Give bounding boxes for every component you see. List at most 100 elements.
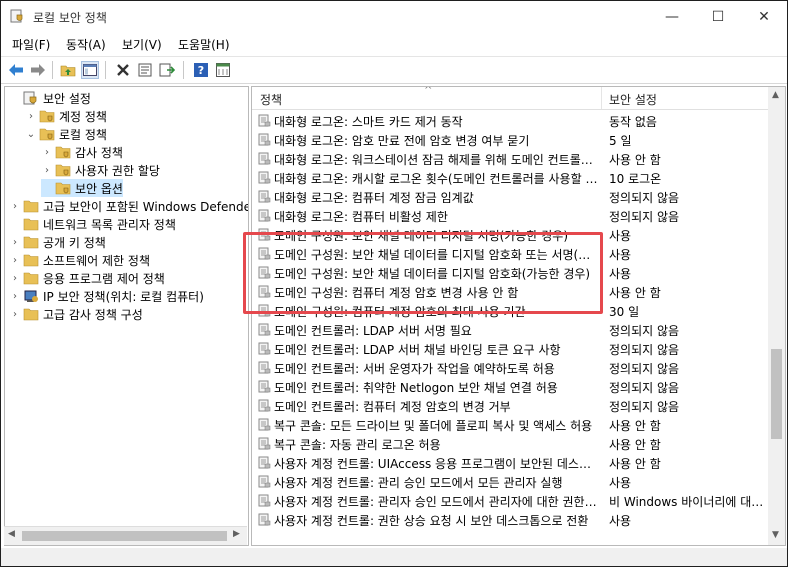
tree-item[interactable]: › 소프트웨어 제한 정책 <box>9 251 150 269</box>
scroll-right-icon[interactable]: ▶ <box>233 529 240 539</box>
tree-item[interactable]: › 공개 키 정책 <box>9 233 106 251</box>
scroll-up-icon[interactable]: ▲ <box>772 90 779 100</box>
header-setting[interactable]: 보안 설정 <box>609 91 657 108</box>
policy-icon <box>258 494 271 507</box>
policy-setting: 동작 없음 <box>609 115 657 129</box>
policy-icon <box>258 171 271 184</box>
menu-bar: 파일(F) 동작(A) 보기(V) 도움말(H) <box>1 33 787 55</box>
menu-help[interactable]: 도움말(H) <box>178 36 230 53</box>
expand-arrow-icon[interactable]: ⌄ <box>25 129 37 140</box>
view-button[interactable] <box>214 61 232 79</box>
expand-arrow-icon[interactable]: › <box>9 201 21 212</box>
table-row[interactable]: 사용자 계정 컨트롤: 권한 상승 요청 시 보안 데스크톱으로 전환 사용 <box>252 510 768 529</box>
tree-item[interactable]: 네트워크 목록 관리자 정책 <box>9 215 176 233</box>
delete-button[interactable] <box>114 61 132 79</box>
table-row[interactable]: 도메인 컨트롤러: LDAP 서버 채널 바인딩 토큰 요구 사항 정의되지 않음 <box>252 339 768 358</box>
tree-item-label: IP 보안 정책(위치: 로컬 컴퓨터) <box>43 289 204 304</box>
table-row[interactable]: 대화형 로그온: 캐시할 로그온 횟수(도메인 컨트롤러를 사용할 수 없는 경… <box>252 168 768 187</box>
tree-horizontal-scrollbar[interactable]: ◀ ▶ <box>4 526 247 545</box>
policy-icon <box>258 190 271 203</box>
policy-name: 사용자 계정 컨트롤: 권한 상승 요청 시 보안 데스크톱으로 전환 <box>274 514 589 528</box>
expand-arrow-icon[interactable]: › <box>41 147 53 158</box>
policy-name: 도메인 컨트롤러: LDAP 서버 서명 필요 <box>274 324 472 338</box>
properties-button[interactable] <box>136 61 154 79</box>
policy-name: 도메인 컨트롤러: 서버 운영자가 작업을 예약하도록 허용 <box>274 362 555 376</box>
help-button[interactable]: ? <box>192 61 210 79</box>
table-row[interactable]: 도메인 컨트롤러: 취약한 Netlogon 보안 채널 연결 허용 정의되지 않… <box>252 377 768 396</box>
policy-name: 대화형 로그온: 스마트 카드 제거 동작 <box>274 115 463 129</box>
table-row[interactable]: 대화형 로그온: 암호 만료 전에 암호 변경 여부 묻기 5 일 <box>252 130 768 149</box>
menu-file[interactable]: 파일(F) <box>12 36 50 53</box>
maximize-icon: ☐ <box>711 9 725 25</box>
scroll-left-icon[interactable]: ◀ <box>8 529 15 539</box>
menu-view[interactable]: 보기(V) <box>122 36 162 53</box>
tree-item[interactable]: ⌄ 로컬 정책 <box>25 125 107 143</box>
policy-icon <box>258 114 271 127</box>
policy-setting: 정의되지 않음 <box>609 381 680 395</box>
expand-arrow-icon[interactable]: › <box>25 111 37 122</box>
policy-setting: 사용 <box>609 267 632 281</box>
tree-item[interactable]: › 사용자 권한 할당 <box>41 161 160 179</box>
policy-name: 복구 콘솔: 자동 관리 로그온 허용 <box>274 438 441 452</box>
policy-setting: 사용 안 함 <box>609 153 661 167</box>
table-row[interactable]: 대화형 로그온: 컴퓨터 계정 잠금 임계값 정의되지 않음 <box>252 187 768 206</box>
table-row[interactable]: 사용자 계정 컨트롤: 관리 승인 모드에서 모든 관리자 실행 사용 <box>252 472 768 491</box>
show-hide-tree-button[interactable] <box>81 61 99 79</box>
table-row[interactable]: 대화형 로그온: 워크스테이션 잠금 해제를 위해 도메인 컨트롤러 인증 필요… <box>252 149 768 168</box>
expand-arrow-icon[interactable]: › <box>9 291 21 302</box>
app-window: 로컬 보안 정책 — ☐ ✕ 파일(F) 동작(A) 보기(V) 도움말(H) <box>0 0 788 567</box>
tree-item[interactable]: 보안 옵션 <box>41 179 123 197</box>
table-row[interactable]: 복구 콘솔: 자동 관리 로그온 허용 사용 안 함 <box>252 434 768 453</box>
table-row[interactable]: 도메인 컨트롤러: 서버 운영자가 작업을 예약하도록 허용 정의되지 않음 <box>252 358 768 377</box>
tree-item-label: 공개 키 정책 <box>43 235 106 250</box>
table-row[interactable]: 복구 콘솔: 모든 드라이브 및 폴더에 플로피 복사 및 액세스 허용 사용 안… <box>252 415 768 434</box>
up-folder-button[interactable] <box>59 61 77 79</box>
tree-scroll-thumb[interactable] <box>22 531 227 541</box>
maximize-button[interactable]: ☐ <box>695 1 741 33</box>
policy-name: 대화형 로그온: 워크스테이션 잠금 해제를 위해 도메인 컨트롤러 인증 필요 <box>274 153 598 167</box>
header-policy[interactable]: 정책 <box>260 91 282 108</box>
table-row[interactable]: 사용자 계정 컨트롤: UIAccess 응용 프로그램이 보안된 데스크톱을 … <box>252 453 768 472</box>
folder-open-icon <box>39 128 55 141</box>
back-icon <box>9 64 23 76</box>
policy-icon <box>258 133 271 146</box>
policy-icon <box>258 209 271 222</box>
svg-text:?: ? <box>198 64 204 77</box>
status-bar <box>1 548 787 566</box>
table-row[interactable]: 도메인 컨트롤러: 컴퓨터 계정 암호의 변경 거부 정의되지 않음 <box>252 396 768 415</box>
minimize-button[interactable]: — <box>649 1 695 33</box>
tree-item[interactable]: › 응용 프로그램 제어 정책 <box>9 269 165 287</box>
tree-item[interactable]: › IP 보안 정책(위치: 로컬 컴퓨터) <box>9 287 204 305</box>
table-row[interactable]: 도메인 컨트롤러: LDAP 서버 서명 필요 정의되지 않음 <box>252 320 768 339</box>
policy-setting: 정의되지 않음 <box>609 191 680 205</box>
expand-arrow-icon[interactable]: › <box>9 255 21 266</box>
menu-action[interactable]: 동작(A) <box>66 36 106 53</box>
expand-arrow-icon[interactable]: › <box>9 309 21 320</box>
tree-item[interactable]: › 계정 정책 <box>25 107 107 125</box>
policy-setting: 사용 <box>609 476 632 490</box>
expand-arrow-icon[interactable]: › <box>9 273 21 284</box>
tree-item[interactable]: › 감사 정책 <box>41 143 123 161</box>
policy-setting: 비 Windows 바이너리에 대한 동의 확인 <box>609 495 764 509</box>
table-row[interactable]: 대화형 로그온: 스마트 카드 제거 동작 동작 없음 <box>252 111 768 130</box>
tree-item[interactable]: › 고급 감사 정책 구성 <box>9 305 143 323</box>
list-scroll-thumb[interactable] <box>771 349 782 439</box>
list-vertical-scrollbar[interactable]: ▲ ▼ <box>768 87 785 545</box>
tree-item[interactable]: 보안 설정 <box>9 89 91 107</box>
export-button[interactable] <box>158 61 176 79</box>
expand-arrow-icon[interactable]: › <box>41 165 53 176</box>
policy-name: 대화형 로그온: 캐시할 로그온 횟수(도메인 컨트롤러를 사용할 수 없는 경… <box>274 172 598 186</box>
table-row[interactable]: 사용자 계정 컨트롤: 관리자 승인 모드에서 관리자에 대한 권한 상승 확인… <box>252 491 768 510</box>
policy-setting: 사용 안 함 <box>609 419 661 433</box>
expand-arrow-icon[interactable]: › <box>9 237 21 248</box>
policy-icon <box>258 418 271 431</box>
policy-name: 복구 콘솔: 모든 드라이브 및 폴더에 플로피 복사 및 액세스 허용 <box>274 419 593 433</box>
security-icon <box>23 91 37 105</box>
close-button[interactable]: ✕ <box>741 1 787 33</box>
scroll-down-icon[interactable]: ▼ <box>772 530 779 540</box>
back-button[interactable] <box>7 61 25 79</box>
minimize-icon: — <box>665 9 679 25</box>
tree-item[interactable]: › 고급 보안이 포함된 Windows Defender <box>9 197 248 215</box>
forward-button[interactable] <box>29 61 47 79</box>
table-row[interactable]: 대화형 로그온: 컴퓨터 비활성 제한 정의되지 않음 <box>252 206 768 225</box>
